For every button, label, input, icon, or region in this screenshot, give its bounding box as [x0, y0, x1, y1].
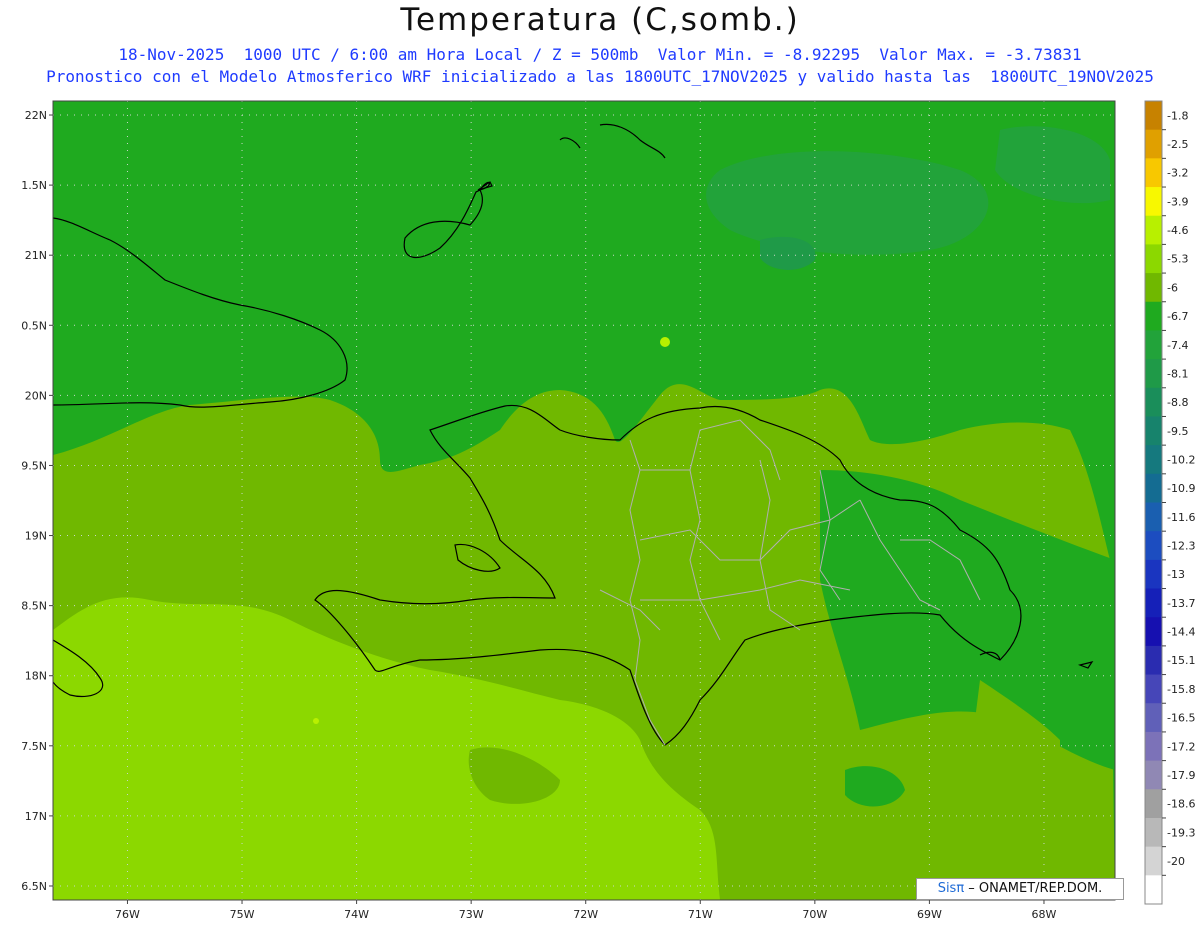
colorbar-label: -16.5 — [1167, 712, 1195, 725]
colorbar-swatch — [1145, 330, 1162, 360]
colorbar-swatch — [1145, 387, 1162, 417]
colorbar-swatch — [1145, 129, 1162, 159]
colorbar-label: -5.3 — [1167, 253, 1188, 266]
lon-label: 72W — [573, 908, 598, 921]
colorbar-label: -2.5 — [1167, 138, 1188, 151]
colorbar-label: -13.7 — [1167, 597, 1195, 610]
lat-label: 19N — [25, 530, 47, 543]
lon-label: 68W — [1032, 908, 1057, 921]
lat-label: 8.5N — [21, 600, 47, 613]
colorbar-swatch — [1145, 215, 1162, 245]
colorbar-swatch — [1145, 817, 1162, 848]
colorbar-label: -8.8 — [1167, 396, 1188, 409]
colorbar-swatch — [1145, 359, 1162, 389]
colorbar-swatch — [1145, 731, 1162, 762]
lon-label: 70W — [802, 908, 827, 921]
colorbar-swatch — [1145, 617, 1162, 647]
colorbar-swatch — [1145, 502, 1162, 532]
colorbar-swatch — [1145, 301, 1162, 331]
lat-label: 9.5N — [21, 459, 47, 472]
lat-label: 6.5N — [21, 880, 47, 893]
lat-label: 20N — [25, 389, 47, 402]
colorbar-swatch — [1145, 187, 1162, 217]
colorbar-label: -10.9 — [1167, 482, 1195, 495]
lon-label: 69W — [917, 908, 942, 921]
colorbar-swatch — [1145, 674, 1162, 704]
colorbar-label: -20 — [1167, 855, 1185, 868]
field-warm-spot — [660, 337, 670, 347]
lat-label: 7.5N — [21, 740, 47, 753]
colorbar-label: -8.1 — [1167, 367, 1188, 380]
lon-label: 71W — [688, 908, 713, 921]
credit-box: Sisπ – ONAMET/REP.DOM. — [916, 878, 1124, 900]
colorbar-swatch — [1145, 473, 1162, 503]
colorbar-label: -9.5 — [1167, 425, 1188, 438]
longitude-labels: 76W 75W 74W 73W 72W 71W 70W 69W 68W — [115, 900, 1057, 921]
lat-label: 17N — [25, 810, 47, 823]
credit-text: – ONAMET/REP.DOM. — [964, 881, 1103, 896]
colorbar-swatch — [1145, 559, 1162, 590]
map-canvas: 22N 1.5N 21N 0.5N 20N 9.5N 19N 8.5N 18N 7.5N 17N 6.… — [21, 100, 1195, 921]
colorbar-swatch — [1145, 760, 1162, 790]
colorbar-label: -13 — [1167, 568, 1185, 581]
colorbar-label: -15.1 — [1167, 654, 1195, 667]
colorbar-label: -18.6 — [1167, 798, 1195, 811]
colorbar-label: -6 — [1167, 281, 1178, 294]
lat-label: 0.5N — [21, 319, 47, 332]
colorbar-swatch — [1145, 244, 1162, 274]
lon-label: 74W — [344, 908, 369, 921]
colorbar-swatch — [1145, 273, 1162, 303]
sispi-logo-text: Sisπ — [937, 881, 965, 896]
colorbar-swatch — [1145, 416, 1162, 446]
lat-label: 21N — [25, 249, 47, 262]
colorbar-label: -15.8 — [1167, 683, 1195, 696]
colorbar-swatch — [1145, 875, 1162, 905]
lon-label: 76W — [115, 908, 140, 921]
colorbar-swatch — [1145, 846, 1162, 876]
colorbar-label: -14.4 — [1167, 626, 1195, 639]
lon-label: 75W — [230, 908, 255, 921]
field-warm-spot-2 — [313, 718, 319, 724]
colorbar-swatch — [1145, 703, 1162, 733]
lon-label: 73W — [459, 908, 484, 921]
lat-label: 1.5N — [21, 179, 47, 192]
colorbar-label: -4.6 — [1167, 224, 1188, 237]
colorbar-swatch — [1145, 588, 1162, 618]
colorbar-swatch — [1145, 789, 1162, 819]
colorbar-label: -12.3 — [1167, 540, 1195, 553]
colorbar-label: -7.4 — [1167, 339, 1188, 352]
colorbar-swatch — [1145, 158, 1162, 188]
colorbar-swatch — [1145, 645, 1162, 676]
colorbar: -1.8 -2.5 -3.2 -3.9 -4.6 -5.3 -6 -6.7 -7.4 -8.1 -8… — [1144, 100, 1195, 905]
lat-label: 22N — [25, 109, 47, 122]
colorbar-label: -17.2 — [1167, 740, 1195, 753]
colorbar-label: -17.9 — [1167, 769, 1195, 782]
colorbar-label: -3.2 — [1167, 167, 1188, 180]
latitude-labels: 22N 1.5N 21N 0.5N 20N 9.5N 19N 8.5N 18N 7.5N 17N 6.… — [21, 109, 53, 893]
colorbar-swatch — [1145, 445, 1162, 475]
colorbar-swatch — [1145, 101, 1162, 131]
colorbar-swatch — [1145, 531, 1162, 561]
lat-label: 18N — [25, 670, 47, 683]
colorbar-label: -19.3 — [1167, 826, 1195, 839]
colorbar-label: -3.9 — [1167, 195, 1188, 208]
colorbar-label: -11.6 — [1167, 511, 1195, 524]
temperature-field — [53, 101, 1115, 900]
colorbar-label: -10.2 — [1167, 453, 1195, 466]
colorbar-label: -1.8 — [1167, 109, 1188, 122]
colorbar-label: -6.7 — [1167, 310, 1188, 323]
